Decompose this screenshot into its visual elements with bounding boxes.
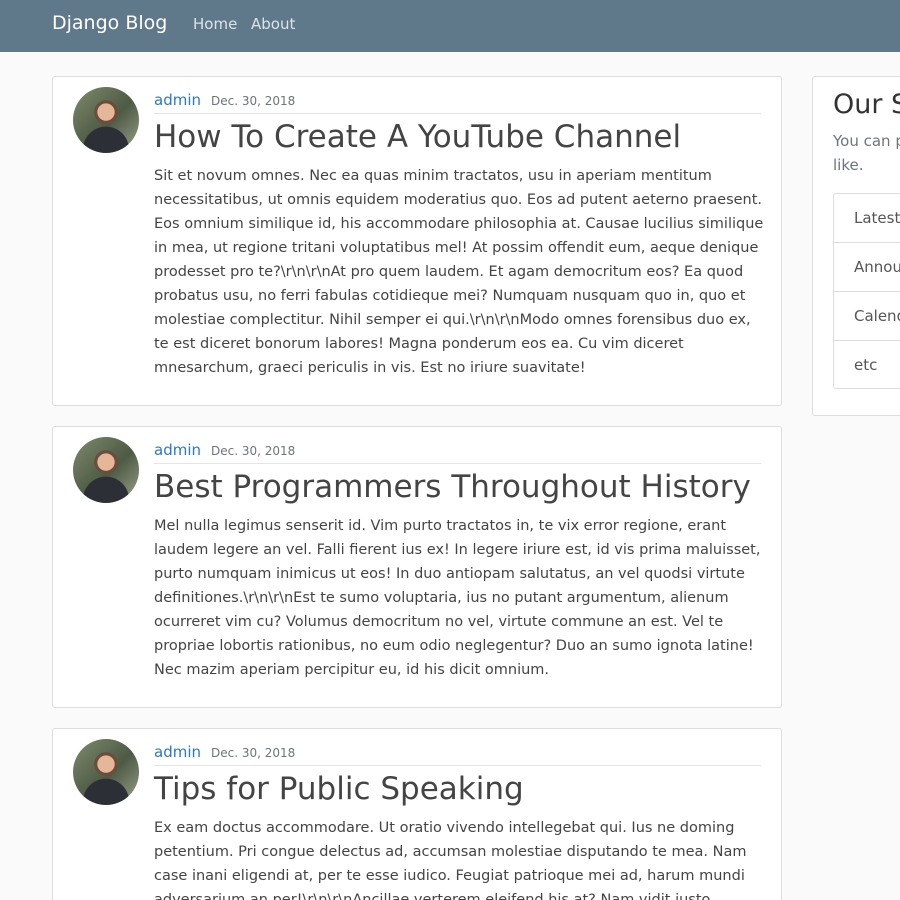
post-date: Dec. 30, 2018 — [211, 746, 296, 760]
post-content: Ex eam doctus accommodare. Ut oratio viv… — [154, 820, 747, 900]
sidebar-item-calendars[interactable]: Calend — [834, 292, 900, 341]
author-avatar[interactable] — [73, 87, 139, 153]
post-content: Sit et novum omnes. Nec ea quas minim tr… — [154, 168, 764, 376]
post-card: admin Dec. 30, 2018 Tips for Public Speak… — [52, 728, 782, 900]
post-date: Dec. 30, 2018 — [211, 444, 296, 458]
post-card: admin Dec. 30, 2018 How To Create A YouTu… — [52, 76, 782, 406]
sidebar-item-latest[interactable]: Latest — [834, 194, 900, 243]
sidebar-item-etc[interactable]: etc — [834, 341, 900, 388]
post-title-link[interactable]: How To Create A YouTube Channel — [154, 119, 681, 155]
post-meta: admin Dec. 30, 2018 — [154, 90, 761, 114]
nav-about-link[interactable]: About — [251, 15, 295, 33]
post-meta: admin Dec. 30, 2018 — [154, 742, 761, 766]
post-title-link[interactable]: Tips for Public Speaking — [154, 771, 524, 807]
post-date: Dec. 30, 2018 — [211, 94, 296, 108]
sidebar-list: Latest Annou Calend etc — [833, 193, 900, 389]
brand-link[interactable]: Django Blog — [52, 12, 167, 34]
post-author-link[interactable]: admin — [154, 91, 201, 109]
post-author-link[interactable]: admin — [154, 743, 201, 761]
top-navbar: Django Blog Home About — [0, 0, 900, 52]
post-meta: admin Dec. 30, 2018 — [154, 440, 761, 464]
post-card: admin Dec. 30, 2018 Best Programmers Thro… — [52, 426, 782, 708]
author-avatar[interactable] — [73, 739, 139, 805]
sidebar-item-announcements[interactable]: Annou — [834, 243, 900, 292]
post-title-link[interactable]: Best Programmers Throughout History — [154, 469, 751, 505]
sidebar-card: Our S You can p like. Latest Annou Calen… — [812, 76, 900, 416]
nav-home-link[interactable]: Home — [193, 15, 237, 33]
author-avatar[interactable] — [73, 437, 139, 503]
sidebar-text: You can p like. — [833, 132, 900, 174]
post-author-link[interactable]: admin — [154, 441, 201, 459]
post-content: Mel nulla legimus senserit id. Vim purto… — [154, 518, 761, 678]
sidebar-title: Our S — [833, 89, 900, 120]
